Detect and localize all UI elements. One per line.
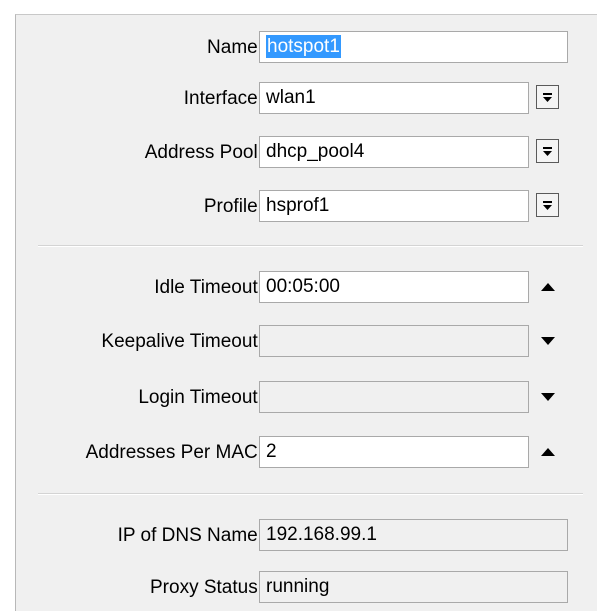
idle-timeout-collapse-button[interactable] <box>538 279 558 295</box>
section-separator-1 <box>38 245 583 247</box>
idle-timeout-label: Idle Timeout: <box>154 277 263 298</box>
proxy-status-row: Proxy Status: running <box>16 571 597 605</box>
keepalive-timeout-row: Keepalive Timeout: <box>16 325 597 359</box>
proxy-status-value: running <box>266 576 330 597</box>
dropdown-arrow-icon <box>543 201 552 210</box>
triangle-up-icon <box>541 283 555 291</box>
section-separator-2 <box>38 493 583 495</box>
dropdown-arrow-icon <box>543 147 552 156</box>
ip-of-dns-name-row: IP of DNS Name: 192.168.99.1 <box>16 519 597 553</box>
address-pool-select-value: dhcp_pool4 <box>266 141 365 162</box>
triangle-down-icon <box>541 337 555 345</box>
interface-dropdown-button[interactable] <box>536 85 559 109</box>
name-input[interactable]: hotspot1 <box>259 31 568 63</box>
ip-of-dns-name-field: 192.168.99.1 <box>259 519 568 551</box>
addresses-per-mac-input[interactable]: 2 <box>259 436 529 468</box>
login-timeout-label: Login Timeout: <box>138 387 263 408</box>
addresses-per-mac-row: Addresses Per MAC: 2 <box>16 436 597 470</box>
proxy-status-label: Proxy Status: <box>150 577 263 598</box>
profile-select[interactable]: hsprof1 <box>259 190 529 222</box>
idle-timeout-row: Idle Timeout: 00:05:00 <box>16 271 597 305</box>
addresses-per-mac-collapse-button[interactable] <box>538 444 558 460</box>
triangle-up-icon <box>541 448 555 456</box>
idle-timeout-input[interactable]: 00:05:00 <box>259 271 529 303</box>
interface-select-value: wlan1 <box>266 87 316 108</box>
addresses-per-mac-input-value: 2 <box>266 441 277 462</box>
address-pool-label: Address Pool: <box>144 142 263 163</box>
address-pool-row: Address Pool: dhcp_pool4 <box>16 136 597 170</box>
interface-label: Interface: <box>183 88 263 109</box>
login-timeout-expand-button[interactable] <box>538 389 558 405</box>
interface-row: Interface: wlan1 <box>16 82 597 116</box>
interface-select[interactable]: wlan1 <box>259 82 529 114</box>
address-pool-select[interactable]: dhcp_pool4 <box>259 136 529 168</box>
profile-row: Profile: hsprof1 <box>16 190 597 224</box>
keepalive-timeout-label: Keepalive Timeout: <box>101 331 263 352</box>
profile-dropdown-button[interactable] <box>536 193 559 217</box>
login-timeout-row: Login Timeout: <box>16 381 597 415</box>
address-pool-dropdown-button[interactable] <box>536 139 559 163</box>
triangle-down-icon <box>541 393 555 401</box>
keepalive-timeout-expand-button[interactable] <box>538 333 558 349</box>
hotspot-settings-panel: Name: hotspot1 Interface: wlan1 Address … <box>15 14 597 611</box>
login-timeout-input[interactable] <box>259 381 529 413</box>
ip-of-dns-name-value: 192.168.99.1 <box>266 524 377 545</box>
name-row: Name: hotspot1 <box>16 31 597 65</box>
profile-select-value: hsprof1 <box>266 195 330 216</box>
idle-timeout-input-value: 00:05:00 <box>266 276 340 297</box>
keepalive-timeout-input[interactable] <box>259 325 529 357</box>
addresses-per-mac-label: Addresses Per MAC: <box>85 442 263 463</box>
name-input-value: hotspot1 <box>266 35 341 58</box>
ip-of-dns-name-label: IP of DNS Name: <box>117 525 263 546</box>
proxy-status-field: running <box>259 571 568 603</box>
profile-label: Profile: <box>203 196 263 217</box>
dropdown-arrow-icon <box>543 93 552 102</box>
name-label: Name: <box>207 37 263 58</box>
